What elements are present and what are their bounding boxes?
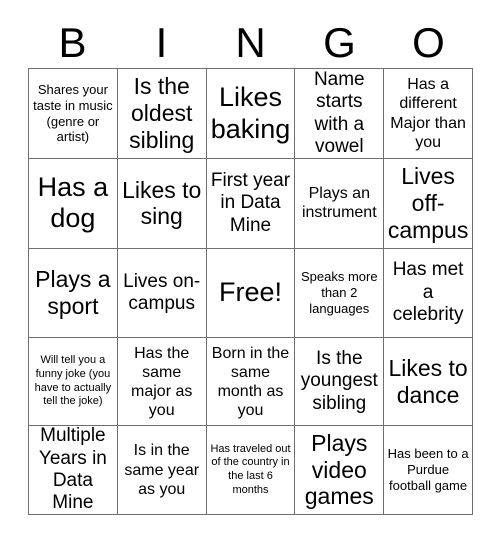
bingo-cell[interactable]: Will tell you a funny joke (you have to … (29, 338, 118, 427)
bingo-cell-label: Will tell you a funny joke (you have to … (34, 354, 112, 408)
bingo-cell-label: Plays video games (304, 430, 374, 510)
bingo-header-letter-1: B (58, 19, 87, 66)
bingo-cell-label: Has traveled out of the country in the l… (210, 442, 291, 496)
bingo-cell[interactable]: Has been to a Purdue football game (384, 426, 473, 516)
bingo-row: Has a dog Likes to sing First year in Data… (29, 159, 473, 249)
bingo-cell[interactable]: Plays video games (295, 426, 385, 516)
bingo-header-row: BINGO (28, 18, 473, 68)
bingo-cell[interactable]: Has the same major as you (117, 338, 207, 427)
bingo-grid: Shares your taste in music (genre or art… (28, 68, 473, 516)
bingo-row: Shares your taste in music (genre or art… (29, 69, 473, 159)
bingo-cell[interactable]: Shares your taste in music (genre or art… (29, 69, 118, 159)
bingo-cell-label: Name starts with a vowel (313, 69, 365, 157)
bingo-cell[interactable]: Has met a celebrity (384, 248, 473, 339)
bingo-cell[interactable]: Has traveled out of the country in the l… (206, 426, 296, 516)
bingo-cell-label: Lives on-campus (123, 270, 201, 314)
bingo-header-letter-2: I (155, 19, 168, 66)
bingo-cell-label: Speaks more than 2 languages (300, 269, 378, 316)
bingo-header-letter-3: N (235, 19, 266, 66)
bingo-cell-label: Has the same major as you (131, 344, 193, 419)
bingo-cell-label: Is in the same year as you (124, 442, 200, 498)
bingo-cell-label: Likes to sing (122, 176, 202, 230)
bingo-cell-label: Has a dog (37, 172, 109, 234)
bingo-cell[interactable]: Plays an instrument (295, 159, 385, 249)
bingo-cell[interactable]: Multiple Years in Data Mine (29, 426, 118, 516)
bingo-cell-label: First year in Data Mine (210, 169, 291, 236)
bingo-row: Plays a sport Lives on-campus Free! Speaks … (29, 248, 473, 339)
bingo-cell-label: Multiple Years in Data Mine (38, 426, 107, 514)
bingo-cell[interactable]: Has a dog (29, 159, 118, 249)
bingo-cell[interactable]: Is in the same year as you (117, 426, 207, 516)
bingo-cell-label: Shares your taste in music (genre or art… (33, 81, 113, 145)
bingo-cell-label: Plays a sport (35, 266, 111, 319)
bingo-cell[interactable]: Likes to dance (384, 338, 473, 427)
bingo-cell[interactable]: Has a different Major than you (384, 69, 473, 159)
bingo-cell[interactable]: Plays a sport (29, 248, 118, 339)
bingo-header-letter-4: G (323, 19, 356, 66)
bingo-cell-label: Has met a celebrity (392, 259, 464, 326)
bingo-card: B I N G O Shares your taste in music (genre … (0, 0, 500, 544)
bingo-cell[interactable]: First year in Data Mine (206, 159, 296, 249)
bingo-cell[interactable]: Is the youngest sibling (295, 338, 385, 427)
bingo-header-letter-5: O (412, 19, 445, 66)
bingo-cell-label: Likes baking (210, 82, 291, 144)
bingo-cell-label: Likes to dance (388, 355, 468, 408)
bingo-cell[interactable]: Likes to sing (117, 159, 207, 249)
bingo-row: Multiple Years in Data Mine Is in the sam… (29, 426, 473, 516)
bingo-cell[interactable]: Is the oldest sibling (117, 69, 207, 159)
bingo-cell-label: Is the oldest sibling (129, 73, 195, 153)
bingo-cell-label: Born in the same month as you (211, 344, 290, 419)
bingo-cell-label: Has been to a Purdue football game (387, 446, 469, 493)
bingo-cell-label: Plays an instrument (301, 185, 377, 222)
bingo-free-space-cell[interactable]: Free! (206, 248, 296, 339)
bingo-cell[interactable]: Name starts with a vowel (295, 69, 385, 159)
bingo-cell-label: Lives off-campus (387, 163, 469, 243)
bingo-cell[interactable]: Likes baking (206, 69, 296, 159)
bingo-cell-label: Has a different Major than you (390, 76, 466, 151)
bingo-cell[interactable]: Lives on-campus (117, 248, 207, 339)
bingo-cell[interactable]: Born in the same month as you (206, 338, 296, 427)
bingo-cell-label: Free! (218, 277, 282, 308)
bingo-cell[interactable]: Speaks more than 2 languages (295, 248, 385, 339)
bingo-cell[interactable]: Lives off-campus (384, 159, 473, 249)
bingo-row: Will tell you a funny joke (you have to … (29, 338, 473, 427)
bingo-cell-label: Is the youngest sibling (300, 348, 378, 414)
